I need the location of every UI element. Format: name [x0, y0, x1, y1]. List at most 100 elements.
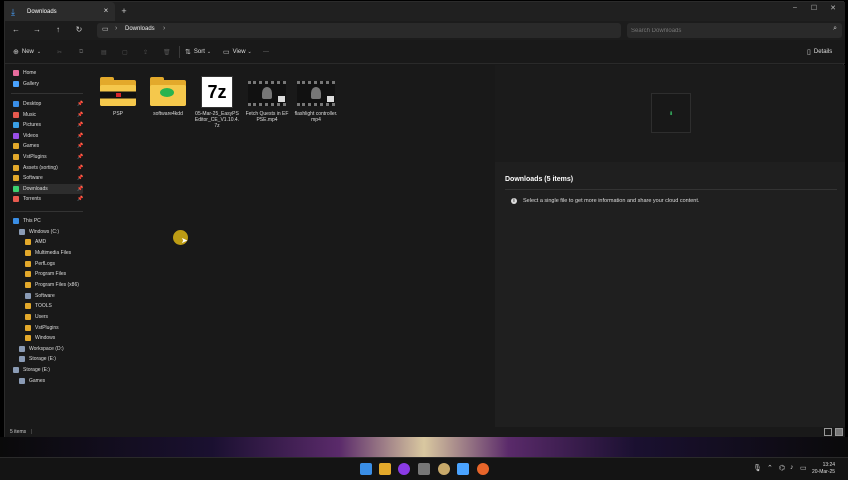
tab-downloads[interactable]: ⤓ Downloads ×	[5, 2, 115, 21]
file-item-psp[interactable]: PSP	[95, 76, 141, 117]
sidebar-item-windows-c[interactable]: Windows (C:)	[19, 227, 83, 237]
sidebar-item-music[interactable]: Music 📌	[13, 110, 83, 120]
battery-icon[interactable]: ▭	[800, 464, 807, 472]
pin-icon[interactable]: 📌	[77, 101, 83, 107]
sidebar-item-vstplugins[interactable]: VstPlugins	[25, 323, 83, 333]
folder-icon	[13, 143, 19, 150]
minimize-button[interactable]: –	[788, 4, 802, 11]
up-button[interactable]: ↑	[52, 24, 64, 36]
close-window-button[interactable]: ✕	[826, 4, 840, 12]
sidebar-item-storage-e[interactable]: Storage (E:)	[13, 365, 83, 375]
sidebar-item-assets-sorting[interactable]: Assets (sorting) 📌	[13, 163, 83, 173]
breadcrumb-separator[interactable]: ›	[163, 25, 165, 32]
sidebar-item-downloads[interactable]: Downloads 📌	[13, 183, 83, 194]
volume-icon[interactable]: ♪	[790, 464, 794, 471]
sidebar-item-windows[interactable]: Windows	[25, 333, 83, 343]
sidebar-item-label: Users	[35, 313, 49, 320]
sidebar-item-multimedia-files[interactable]: Multimedia Files	[25, 248, 83, 258]
view-button[interactable]: ▭ View ⌄	[223, 46, 255, 58]
sidebar-item-pictures[interactable]: Pictures 📌	[13, 120, 83, 130]
sort-button[interactable]: ⇅ Sort ⌄	[185, 46, 214, 58]
pin-icon[interactable]: 📌	[77, 196, 83, 202]
sidebar-item-software[interactable]: Software 📌	[13, 173, 83, 183]
details-button[interactable]: ▯ Details	[807, 46, 832, 58]
sidebar-item-program-files[interactable]: Program Files	[25, 269, 83, 279]
delete-icon[interactable]: 🗑	[163, 46, 171, 58]
copy-icon[interactable]: ⧉	[79, 46, 83, 58]
folder-icon	[13, 164, 19, 171]
network-icon[interactable]: ⌬	[779, 464, 785, 472]
pin-icon[interactable]: 📌	[77, 133, 83, 139]
tiles-view-button[interactable]	[835, 428, 843, 436]
desktop-wallpaper	[0, 437, 848, 457]
sidebar-item-gallery[interactable]: Gallery	[13, 79, 83, 89]
file-item-software4kdd[interactable]: software4kdd	[145, 76, 191, 117]
app-icon[interactable]	[438, 463, 450, 475]
paste-icon[interactable]: ▤	[101, 46, 107, 58]
sidebar-item-label: Pictures	[23, 122, 42, 129]
cut-icon[interactable]: ✂	[57, 46, 62, 58]
sidebar-item-storage-e[interactable]: Storage (E:)	[19, 354, 83, 364]
new-tab-button[interactable]: +	[119, 6, 129, 16]
firefox-icon[interactable]	[477, 463, 489, 475]
title-bar: ⤓ Downloads × + – ☐ ✕	[5, 2, 845, 21]
new-button[interactable]: ⊕ New ⌄	[13, 46, 44, 58]
pin-icon[interactable]: 📌	[77, 175, 83, 181]
chevron-up-icon[interactable]: ⌃	[767, 464, 773, 472]
pin-icon[interactable]: 📌	[77, 143, 83, 149]
sidebar-item-vstplugins[interactable]: VstPlugins 📌	[13, 152, 83, 162]
pin-icon[interactable]: 📌	[77, 122, 83, 128]
maximize-button[interactable]: ☐	[807, 4, 821, 12]
rename-icon[interactable]: ▢	[122, 46, 128, 58]
sidebar-item-label: Program Files	[35, 271, 67, 278]
sidebar-item-home[interactable]: Home	[13, 68, 83, 78]
sidebar-item-this-pc[interactable]: This PC	[13, 216, 83, 226]
file-explorer-icon[interactable]	[379, 463, 391, 475]
sidebar-item-program-files-x86[interactable]: Program Files (x86)	[25, 280, 83, 290]
file-name: PSP	[112, 111, 123, 117]
pin-icon[interactable]: 📌	[77, 154, 83, 160]
folder-icon	[13, 175, 19, 182]
breadcrumb[interactable]: Downloads	[125, 26, 155, 32]
sidebar-item-desktop[interactable]: Desktop 📌	[13, 99, 83, 109]
microphone-icon[interactable]: 🎙	[753, 464, 762, 472]
computer-icon: ▭	[102, 26, 109, 33]
close-tab-button[interactable]: ×	[101, 6, 111, 16]
breadcrumb-separator[interactable]: ›	[115, 25, 117, 32]
details-view-button[interactable]	[824, 428, 832, 436]
share-icon[interactable]: ⇪	[143, 46, 148, 58]
pin-icon[interactable]: 📌	[77, 112, 83, 118]
file-item-video[interactable]: Fetch Quests in EFPSE.mp4	[244, 76, 290, 123]
sidebar-item-torrents[interactable]: Torrents 📌	[13, 194, 83, 204]
more-options-button[interactable]: ···	[263, 46, 269, 58]
folder-icon	[25, 303, 31, 310]
app-icon[interactable]	[398, 463, 410, 475]
sidebar-item-videos[interactable]: Videos 📌	[13, 131, 83, 141]
sidebar-item-workspace-d[interactable]: Workspace (D:)	[19, 344, 83, 354]
sidebar-item-perflogs[interactable]: PerfLogs	[25, 259, 83, 269]
sidebar-item-games[interactable]: Games	[19, 376, 83, 386]
app-icon[interactable]	[457, 463, 469, 475]
pin-icon[interactable]: 📌	[77, 186, 83, 192]
sidebar-item-tools[interactable]: TOOLS	[25, 301, 83, 311]
file-item-video[interactable]: flashlight controller.mp4	[293, 76, 339, 123]
pin-icon[interactable]: 📌	[77, 165, 83, 171]
sidebar-item-label: Torrents	[23, 196, 42, 203]
search-input[interactable]	[631, 24, 821, 37]
file-list: PSP software4kdd 7z 05-Mar-25_EasyPSEdit…	[90, 65, 490, 427]
app-icon[interactable]	[418, 463, 430, 475]
forward-button[interactable]: →	[31, 24, 43, 36]
video-icon	[248, 76, 286, 108]
sidebar-item-games[interactable]: Games 📌	[13, 141, 83, 151]
start-icon[interactable]	[360, 463, 372, 475]
sidebar-item-users[interactable]: Users	[25, 312, 83, 322]
refresh-button[interactable]: ↻	[73, 24, 85, 36]
address-bar[interactable]: ▭ › Downloads ›	[97, 23, 621, 38]
clock-time: 13:24	[822, 462, 836, 468]
system-clock[interactable]: 13:24 20-Mar-25	[812, 462, 835, 476]
search-box[interactable]: ⌕	[627, 23, 842, 38]
sidebar-item-amd[interactable]: AMD	[25, 237, 83, 247]
sidebar-item-software[interactable]: Software	[25, 291, 83, 301]
back-button[interactable]: ←	[10, 24, 22, 36]
file-item-7z-archive[interactable]: 7z 05-Mar-25_EasyPSEditor_CE_V1.10.4.7z	[194, 76, 240, 129]
